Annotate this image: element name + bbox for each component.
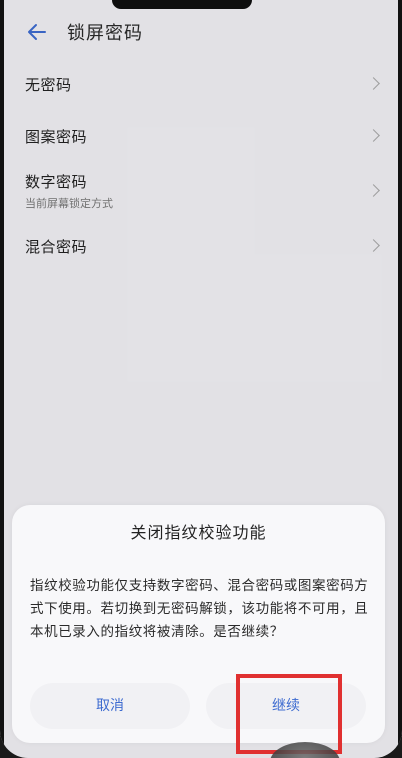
phone-screen: 锁屏密码 无密码 图案密码 数字密码 当前屏幕锁定方式 混合密码 关闭指纹校验功… (0, 0, 402, 758)
dialog-title: 关闭指纹校验功能 (130, 523, 267, 542)
camera-notch (112, 0, 252, 9)
dialog-message: 指纹校验功能仅支持数字密码、混合密码或图案密码方式下使用。若切换到无密码解锁，该… (30, 578, 369, 640)
phone-bezel-left (0, 0, 4, 758)
phone-bezel-right (398, 0, 402, 758)
cancel-button[interactable]: 取消 (30, 683, 190, 729)
highlight-annotation-box (236, 674, 342, 754)
